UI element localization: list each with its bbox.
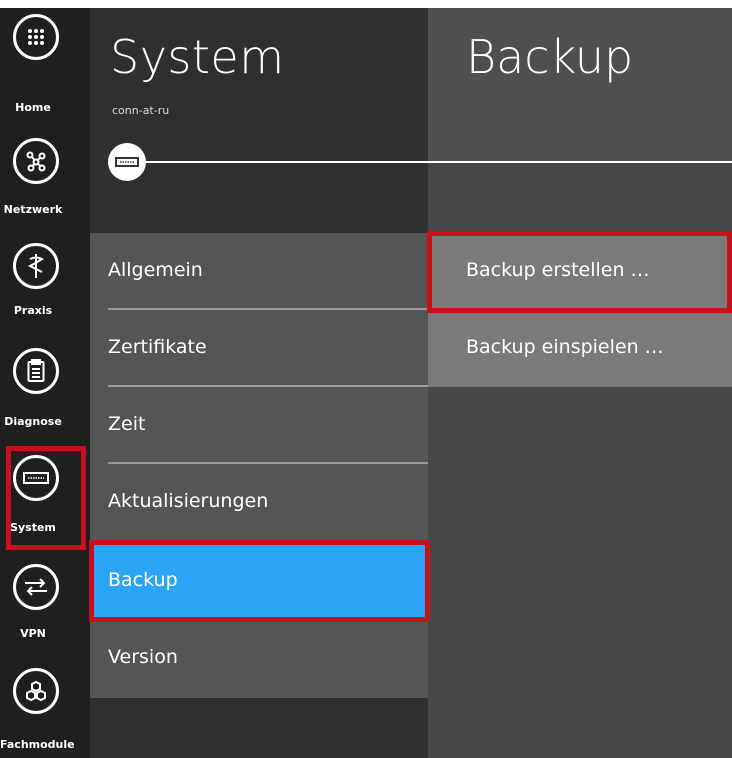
- timeline-line: [146, 161, 428, 163]
- app-frame: Home Netzwerk Praxis Diagnose System VPN…: [0, 8, 732, 758]
- system-menu: Allgemein Zertifikate Zeit Aktualisierun…: [90, 233, 428, 698]
- nav-system-label: System: [10, 521, 56, 534]
- panel-title: System: [110, 30, 285, 84]
- timeline-line: [428, 161, 732, 163]
- menu-item-aktualisierungen[interactable]: Aktualisierungen: [90, 464, 428, 541]
- menu-item-label: Zertifikate: [108, 336, 207, 358]
- menu-item-zeit[interactable]: Zeit: [90, 387, 428, 464]
- backup-create-button[interactable]: Backup erstellen …: [428, 233, 732, 310]
- menu-item-backup[interactable]: Backup: [90, 543, 428, 620]
- menu-item-label: Aktualisierungen: [108, 490, 269, 512]
- menu-item-version[interactable]: Version: [90, 620, 428, 697]
- nav-diagnose-label: Diagnose: [4, 415, 62, 428]
- vpn-icon: [13, 564, 59, 610]
- nav-netzwerk-label: Netzwerk: [3, 203, 63, 216]
- menu-item-label: Backup: [108, 569, 178, 591]
- backup-panel: Backup Backup erstellen … Backup einspie…: [428, 8, 732, 758]
- menu-item-label: Zeit: [108, 413, 146, 435]
- backup-create-label: Backup erstellen …: [466, 259, 650, 281]
- panel-title: Backup: [466, 30, 634, 84]
- nav-home-label: Home: [15, 101, 51, 114]
- backup-restore-label: Backup einspielen …: [466, 336, 664, 358]
- device-name: conn-at-ru: [112, 104, 170, 117]
- clipboard-icon: [13, 348, 59, 394]
- device-icon[interactable]: [108, 143, 146, 181]
- system-panel: System conn-at-ru Allgemein Zertifikate …: [90, 8, 428, 758]
- menu-item-label: Allgemein: [108, 259, 203, 281]
- backup-restore-button[interactable]: Backup einspielen …: [428, 310, 732, 387]
- device-icon: [13, 455, 59, 501]
- main-nav-rail: Home Netzwerk Praxis Diagnose System VPN…: [0, 8, 90, 758]
- nav-praxis-label: Praxis: [13, 304, 53, 317]
- grid-icon: [13, 14, 59, 60]
- network-icon: [13, 138, 59, 184]
- caduceus-icon: [13, 243, 59, 289]
- menu-item-zertifikate[interactable]: Zertifikate: [90, 310, 428, 387]
- nav-vpn-label: VPN: [20, 627, 46, 640]
- nav-fachmodule-label: Fachmodule: [0, 738, 75, 751]
- modules-icon: [13, 668, 59, 714]
- menu-item-allgemein[interactable]: Allgemein: [90, 233, 428, 310]
- menu-item-label: Version: [108, 646, 178, 668]
